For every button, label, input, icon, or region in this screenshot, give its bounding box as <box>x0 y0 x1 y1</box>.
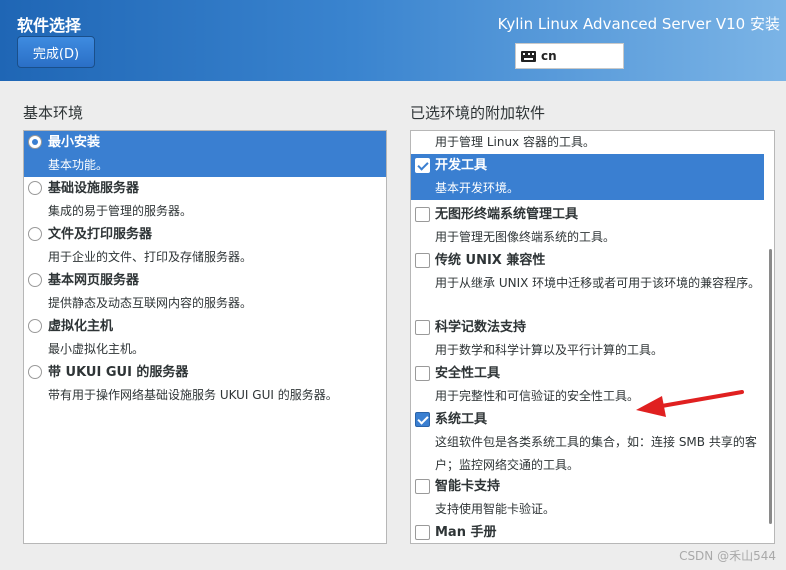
radio-icon[interactable] <box>28 365 42 379</box>
checkbox-icon[interactable] <box>415 479 430 494</box>
addon-item-man-pages[interactable]: Man 手册 <box>411 521 764 543</box>
page-title: 软件选择 <box>17 16 82 35</box>
env-item-title: 最小安装 <box>48 135 101 150</box>
addon-item-smartcard[interactable]: 智能卡支持 支持使用智能卡验证。 <box>411 475 764 521</box>
env-item-desc: 提供静态及动态互联网内容的服务器。 <box>48 296 253 310</box>
env-item-desc: 集成的易于管理的服务器。 <box>48 204 193 218</box>
checkbox-checked-icon[interactable] <box>415 158 430 173</box>
addon-item-title: 科学记数法支持 <box>435 320 527 335</box>
checkbox-icon[interactable] <box>415 366 430 381</box>
checkbox-icon[interactable] <box>415 320 430 335</box>
addon-item-desc: 用于从继承 UNIX 环境中迁移或者可用于该环境的兼容程序。 <box>435 276 761 290</box>
env-item-title: 基础设施服务器 <box>48 181 140 196</box>
env-item-title: 文件及打印服务器 <box>48 227 153 242</box>
radio-selected-icon[interactable] <box>28 135 42 149</box>
addon-item-desc: 用于数学和科学计算以及平行计算的工具。 <box>435 343 664 357</box>
checkbox-icon[interactable] <box>415 253 430 268</box>
header-bar: 软件选择 完成(D) Kylin Linux Advanced Server V… <box>0 0 786 81</box>
env-item-desc: 基本功能。 <box>48 158 109 172</box>
env-item-virtualization[interactable]: 虚拟化主机 最小虚拟化主机。 <box>24 315 386 361</box>
env-item-web-server[interactable]: 基本网页服务器 提供静态及动态互联网内容的服务器。 <box>24 269 386 315</box>
addon-item-desc: 用于管理无图像终端系统的工具。 <box>435 230 616 244</box>
checkbox-icon[interactable] <box>415 207 430 222</box>
addon-item-title: 安全性工具 <box>435 366 501 381</box>
scrollbar[interactable] <box>764 131 774 543</box>
addon-item-title: 传统 UNIX 兼容性 <box>435 253 546 268</box>
env-item-desc: 最小虚拟化主机。 <box>48 342 145 356</box>
env-item-minimal[interactable]: 最小安装 基本功能。 <box>24 131 386 177</box>
radio-icon[interactable] <box>28 273 42 287</box>
addon-item-title: 无图形终端系统管理工具 <box>435 207 579 222</box>
red-arrow-annotation <box>636 390 744 417</box>
product-title: Kylin Linux Advanced Server V10 安装 <box>497 15 780 33</box>
base-env-list: 最小安装 基本功能。 基础设施服务器 集成的易于管理的服务器。 文件及打印服务器… <box>23 130 387 544</box>
env-item-title: 基本网页服务器 <box>48 273 140 288</box>
env-item-ukui-gui[interactable]: 带 UKUI GUI 的服务器 带有用于操作网络基础设施服务 UKUI GUI … <box>24 361 386 407</box>
addon-item-desc: 支持使用智能卡验证。 <box>435 502 556 516</box>
addon-item-headless-mgmt[interactable]: 无图形终端系统管理工具 用于管理无图像终端系统的工具。 <box>411 203 764 249</box>
addon-item-title: 开发工具 <box>435 158 488 173</box>
env-item-desc: 带有用于操作网络基础设施服务 UKUI GUI 的服务器。 <box>48 388 338 402</box>
keyboard-layout-label: cn <box>541 49 557 63</box>
env-item-infrastructure[interactable]: 基础设施服务器 集成的易于管理的服务器。 <box>24 177 386 223</box>
scrollbar-thumb[interactable] <box>769 249 772 524</box>
addon-item-scientific[interactable]: 科学记数法支持 用于数学和科学计算以及平行计算的工具。 <box>411 316 764 362</box>
env-item-file-print[interactable]: 文件及打印服务器 用于企业的文件、打印及存储服务器。 <box>24 223 386 269</box>
addon-item-title: Man 手册 <box>435 525 497 540</box>
keyboard-icon <box>521 50 536 62</box>
addon-item-desc: 用于管理 Linux 容器的工具。 <box>435 135 595 149</box>
radio-icon[interactable] <box>28 181 42 195</box>
env-item-title: 带 UKUI GUI 的服务器 <box>48 365 189 380</box>
env-item-desc: 用于企业的文件、打印及存储服务器。 <box>48 250 253 264</box>
radio-icon[interactable] <box>28 319 42 333</box>
radio-icon[interactable] <box>28 227 42 241</box>
addons-list: 用于管理 Linux 容器的工具。 开发工具 基本开发环境。 无图形终端系统管理… <box>410 130 775 544</box>
addon-item-title: 智能卡支持 <box>435 479 501 494</box>
addon-item-unix-compat[interactable]: 传统 UNIX 兼容性 用于从继承 UNIX 环境中迁移或者可用于该环境的兼容程… <box>411 249 764 318</box>
checkbox-icon[interactable] <box>415 525 430 540</box>
addon-item-desc: 这组软件包是各类系统工具的集合，如：连接 SMB 共享的客户；监控网络交通的工具… <box>435 435 757 472</box>
env-item-title: 虚拟化主机 <box>48 319 114 334</box>
addons-heading: 已选环境的附加软件 <box>410 104 546 122</box>
watermark: CSDN @禾山544 <box>679 549 776 563</box>
addon-item-dev-tools[interactable]: 开发工具 基本开发环境。 <box>411 154 764 200</box>
keyboard-layout-indicator[interactable]: cn <box>515 43 624 69</box>
addon-item-desc: 基本开发环境。 <box>435 181 520 195</box>
checkbox-checked-icon[interactable] <box>415 412 430 427</box>
base-env-heading: 基本环境 <box>23 104 84 122</box>
addon-item-partial[interactable]: 用于管理 Linux 容器的工具。 <box>411 131 764 154</box>
done-button[interactable]: 完成(D) <box>17 36 95 68</box>
